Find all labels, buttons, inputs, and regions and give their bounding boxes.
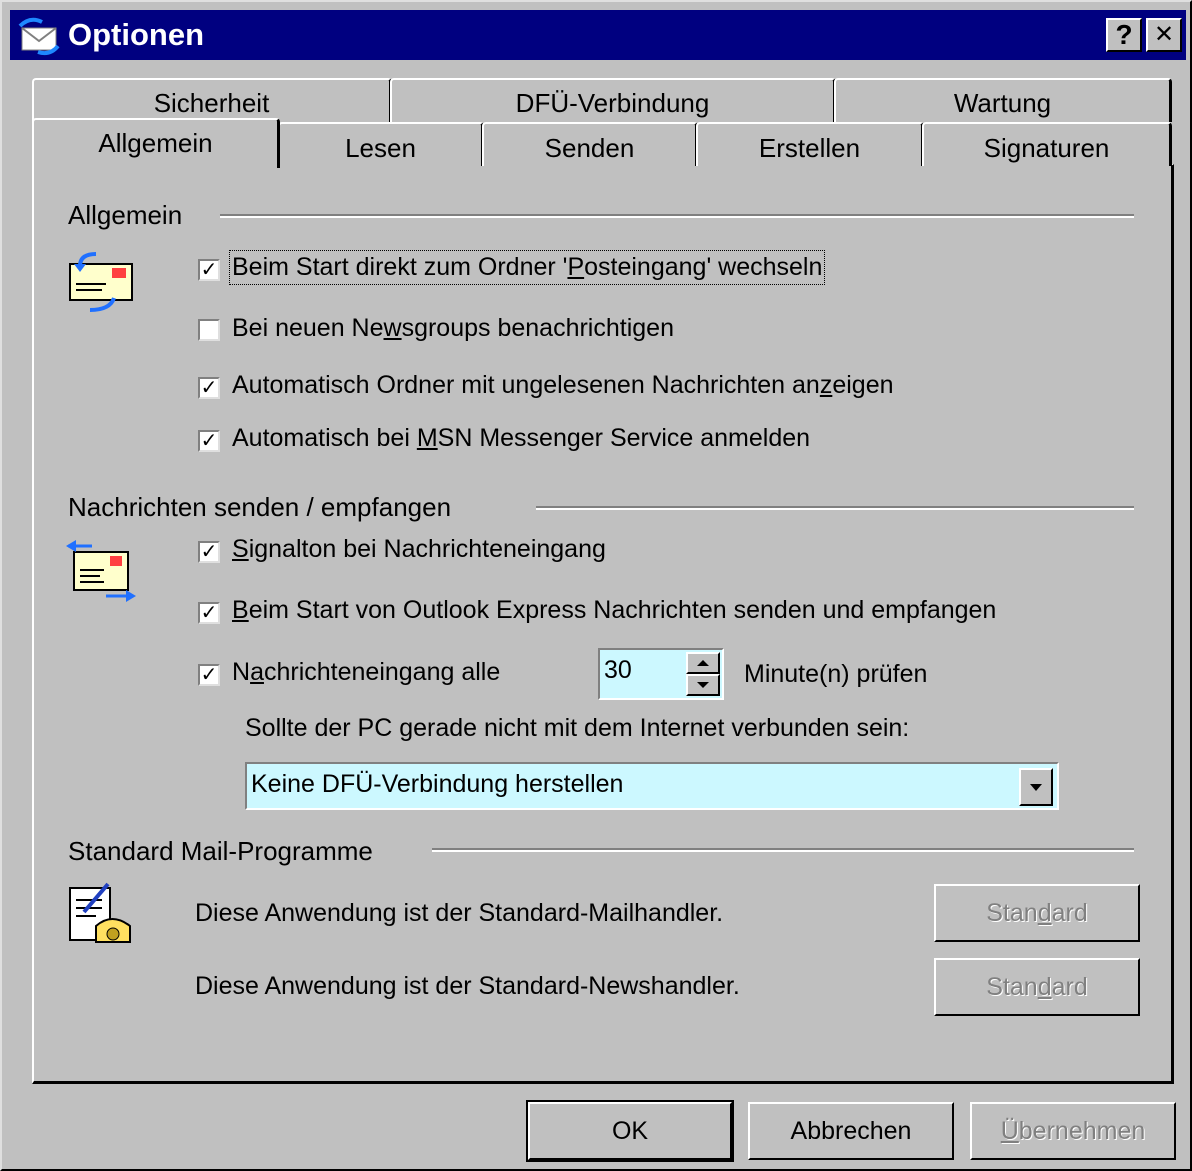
tab-label: Sicherheit xyxy=(153,88,270,118)
arrow-down-icon xyxy=(697,682,709,688)
checkbox-msn-messenger[interactable]: ✓ xyxy=(198,430,220,452)
tab-label: Signaturen xyxy=(983,133,1110,163)
label-signalton[interactable]: Signalton bei Nachrichteneingang xyxy=(232,535,606,564)
group-divider xyxy=(536,506,1134,510)
tab-senden[interactable]: Senden xyxy=(482,122,698,166)
news-handler-text: Diese Anwendung ist der Standard-Newshan… xyxy=(195,972,740,1000)
close-button[interactable]: ✕ xyxy=(1146,18,1182,52)
mail-phone-icon xyxy=(69,882,131,943)
tab-lesen[interactable]: Lesen xyxy=(278,122,484,166)
label-start-senden-empfangen[interactable]: Beim Start von Outlook Express Nachricht… xyxy=(232,596,996,625)
mail-folder-icon xyxy=(69,252,133,312)
tab-label: Wartung xyxy=(953,88,1052,118)
checkbox-newsgroups[interactable] xyxy=(198,319,220,341)
ok-button[interactable]: OK xyxy=(526,1100,734,1162)
chevron-down-icon xyxy=(1030,784,1042,791)
tab-label: Erstellen xyxy=(758,133,861,163)
group-divider xyxy=(220,214,1134,218)
checkbox-ungelesene-ordner[interactable]: ✓ xyxy=(198,377,220,399)
checkbox-nachrichteneingang-intervall[interactable]: ✓ xyxy=(198,664,220,686)
tab-allgemein[interactable]: Allgemein xyxy=(32,118,280,168)
tab-signaturen[interactable]: Signaturen xyxy=(922,122,1172,166)
cancel-button[interactable]: Abbrechen xyxy=(748,1102,954,1160)
interval-suffix: Minute(n) prüfen xyxy=(744,660,928,688)
group-title-standard-programme: Standard Mail-Programme xyxy=(68,836,387,867)
apply-button[interactable]: Übernehmen xyxy=(970,1102,1176,1160)
tab-erstellen[interactable]: Erstellen xyxy=(696,122,924,166)
tab-label: Lesen xyxy=(345,133,416,163)
window-title: Optionen xyxy=(68,17,205,52)
offline-dropdown[interactable]: Keine DFÜ-Verbindung herstellen xyxy=(245,762,1059,810)
tab-dfue-verbindung[interactable]: DFÜ-Verbindung xyxy=(390,78,836,122)
tab-wartung[interactable]: Wartung xyxy=(834,78,1172,122)
label-posteingang[interactable]: Beim Start direkt zum Ordner 'Posteingan… xyxy=(228,250,826,285)
spin-down-button[interactable] xyxy=(686,674,720,696)
checkbox-start-senden-empfangen[interactable]: ✓ xyxy=(198,602,220,624)
spin-up-button[interactable] xyxy=(686,652,720,674)
help-button[interactable]: ? xyxy=(1106,18,1142,52)
label-msn-messenger[interactable]: Automatisch bei MSN Messenger Service an… xyxy=(232,424,810,453)
checkbox-signalton[interactable]: ✓ xyxy=(198,541,220,563)
group-divider xyxy=(432,848,1134,852)
interval-spin-field[interactable]: 30 xyxy=(598,648,724,700)
mail-handler-text: Diese Anwendung ist der Standard-Mailhan… xyxy=(195,899,724,927)
offline-dropdown-value: Keine DFÜ-Verbindung herstellen xyxy=(251,770,624,798)
options-dialog: Optionen ? ✕ Sicherheit DFÜ-Verbindung W… xyxy=(0,0,1192,1171)
outlook-express-icon xyxy=(18,17,60,56)
tab-label: Senden xyxy=(544,133,635,163)
arrow-up-icon xyxy=(697,660,709,666)
offline-label: Sollte der PC gerade nicht mit dem Inter… xyxy=(245,714,910,742)
tab-sicherheit[interactable]: Sicherheit xyxy=(32,78,392,122)
dropdown-button[interactable] xyxy=(1019,768,1053,806)
tab-label: Allgemein xyxy=(98,128,213,158)
label-newsgroups[interactable]: Bei neuen Newsgroups benachrichtigen xyxy=(232,314,674,343)
send-receive-icon xyxy=(66,540,136,602)
label-nachrichteneingang-intervall[interactable]: Nachrichteneingang alle xyxy=(232,658,500,687)
group-title-senden-empfangen: Nachrichten senden / empfangen xyxy=(68,492,466,523)
title-bar[interactable]: Optionen ? ✕ xyxy=(10,10,1186,60)
checkbox-posteingang[interactable]: ✓ xyxy=(198,259,220,281)
default-news-button[interactable]: Standard xyxy=(934,958,1140,1016)
group-title-allgemein: Allgemein xyxy=(68,200,197,231)
interval-value[interactable]: 30 xyxy=(604,656,632,685)
label-ungelesene-ordner[interactable]: Automatisch Ordner mit ungelesenen Nachr… xyxy=(232,371,894,400)
default-mail-button[interactable]: Standard xyxy=(934,884,1140,942)
tab-label: DFÜ-Verbindung xyxy=(515,88,710,118)
